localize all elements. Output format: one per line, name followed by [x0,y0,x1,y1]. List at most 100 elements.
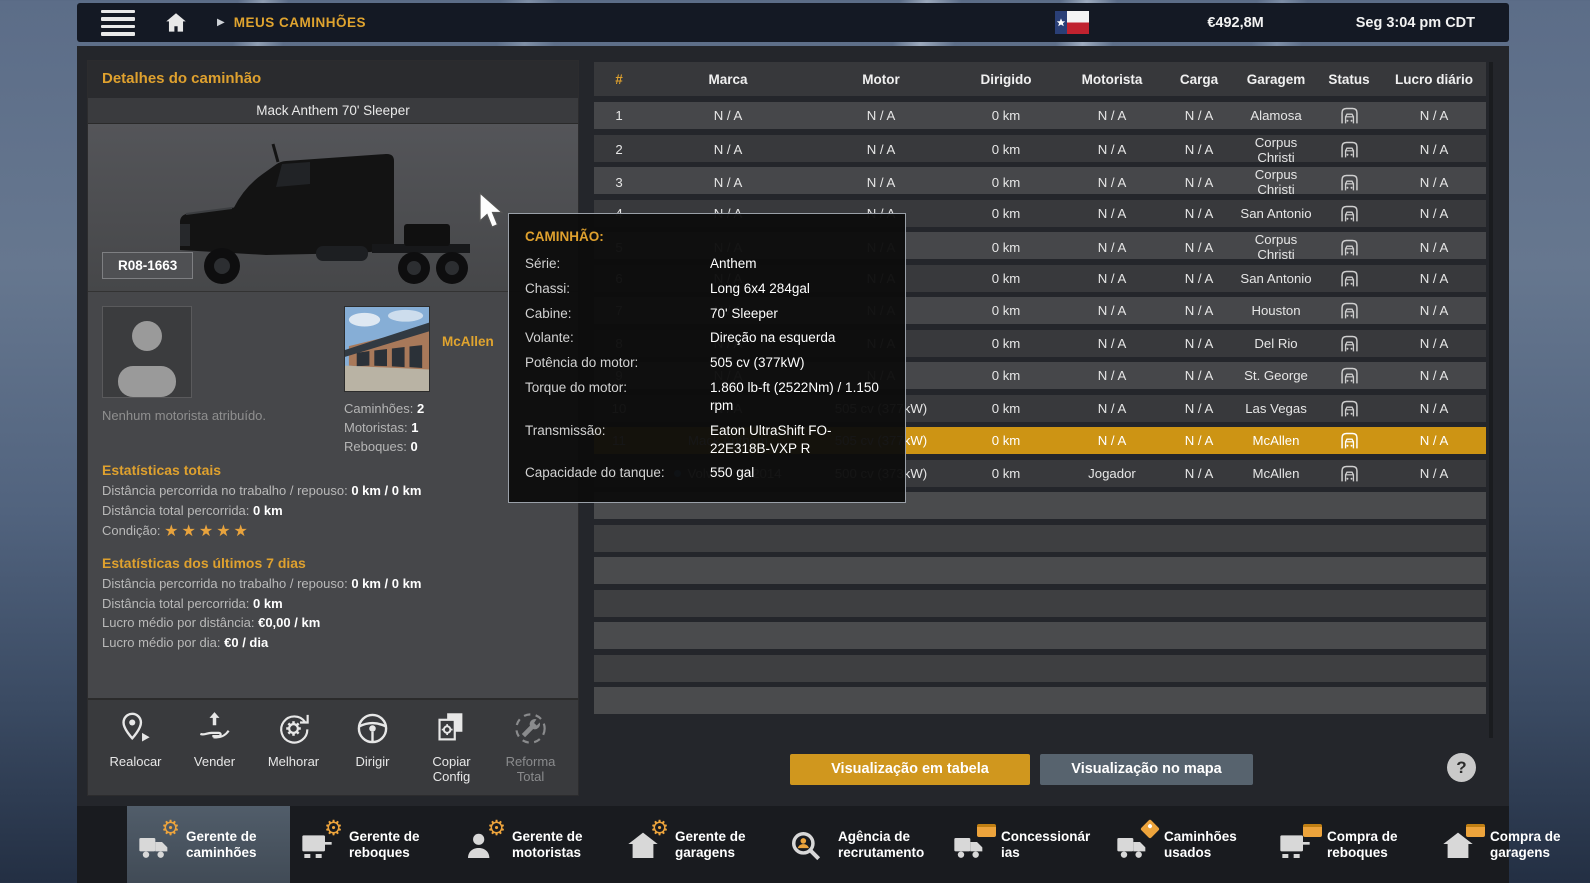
cell-cargo: N / A [1162,368,1236,383]
nav-used-trucks[interactable]: Caminhões usados [1105,806,1268,883]
panel-title: Detalhes do caminhão [88,61,578,98]
table-scrollbar[interactable] [1489,62,1493,738]
cell-driven: 0 km [950,303,1062,318]
tooltip-rows: Série:Anthem Chassi:Long 6x4 284gal Cabine… [525,255,889,482]
relocate-button[interactable]: Realocar [96,710,175,795]
cell-driven: 0 km [950,108,1062,123]
gear-overlay-icon: ⚙ [487,817,506,841]
used-trucks-icon [1116,826,1154,864]
overhaul-button: Reforma Total [491,710,570,795]
cell-garage: McAllen [1236,466,1316,481]
action-label: Reforma Total [491,755,570,785]
cell-driver: N / A [1062,206,1162,221]
cell-cargo: N / A [1162,303,1236,318]
garage-thumbnail[interactable] [344,306,430,392]
table-row[interactable]: 3N / AN / A0 kmN / AN / ACorpus ChristiN… [594,167,1486,194]
cell-cargo: N / A [1162,206,1236,221]
gear-overlay-icon: ⚙ [650,817,669,841]
gear-overlay-icon: ⚙ [161,817,180,841]
stat-line: Distância total percorrida: 0 km [102,594,564,614]
map-view-button[interactable]: Visualização no mapa [1040,754,1253,785]
cell-number: 3 [594,175,644,190]
cell-cargo: N / A [1162,271,1236,286]
help-button[interactable]: ? [1447,753,1476,782]
sell-hand-icon [196,710,233,752]
truck-in-garage-icon [1316,430,1382,451]
tooltip-label: Cabine: [525,305,710,323]
home-icon[interactable] [161,8,191,38]
drive-button[interactable]: Dirigir [333,710,412,795]
upgrade-gear-icon [275,710,312,752]
nav-dealers[interactable]: Concessionárias [942,806,1105,883]
menu-icon[interactable] [101,6,135,40]
cell-driven: 0 km [950,466,1062,481]
tooltip-row: Transmissão:Eaton UltraShift FO-22E318B-… [525,422,889,458]
cell-profit: N / A [1382,303,1486,318]
empty-row [594,590,1486,617]
cell-brand: N / A [644,142,812,157]
nav-truck-manager[interactable]: ⚙Gerente de caminhões [127,806,290,883]
truck-silhouette [160,128,512,288]
truck-tooltip: CAMINHÃO: Série:Anthem Chassi:Long 6x4 28… [508,213,906,503]
copy-config-button[interactable]: Copiar Config [412,710,491,795]
nav-recruitment-agency[interactable]: Agência de recrutamento [779,806,942,883]
empty-row [594,525,1486,552]
truck-actions-bar: RealocarVenderMelhorarDirigirCopiar Conf… [88,698,578,795]
truck-in-garage-icon [1316,105,1382,126]
nav-garage-purchase[interactable]: Compra de garagens [1431,806,1590,883]
garage-name: McAllen [442,334,494,392]
tooltip-title: CAMINHÃO: [525,229,889,244]
cell-driven: 0 km [950,206,1062,221]
upgrade-button[interactable]: Melhorar [254,710,333,795]
cell-driven: 0 km [950,433,1062,448]
nav-trailer-purchase[interactable]: Compra de reboques [1268,806,1431,883]
tooltip-label: Capacidade do tanque: [525,464,710,482]
nav-garage-manager[interactable]: ⚙Gerente de garagens [616,806,779,883]
cell-driven: 0 km [950,271,1062,286]
cell-profit: N / A [1382,206,1486,221]
stats-week-lines: Distância percorrida no trabalho / repou… [102,574,564,652]
nav-trailer-manager[interactable]: ⚙Gerente de reboques [290,806,453,883]
tooltip-row: Chassi:Long 6x4 284gal [525,280,889,298]
recruitment-agency-icon [790,826,828,864]
empty-row [594,557,1486,584]
tooltip-row: Cabine:70' Sleeper [525,305,889,323]
cell-driver: N / A [1062,303,1162,318]
stats-total-title: Estatísticas totais [102,462,564,478]
nav-label: Concessionárias [1001,829,1094,859]
cell-driven: 0 km [950,240,1062,255]
cell-cargo: N / A [1162,175,1236,190]
tooltip-value: Eaton UltraShift FO-22E318B-VXP R [710,422,889,458]
truck-in-garage-icon [1316,172,1382,193]
cell-driver: N / A [1062,175,1162,190]
cell-profit: N / A [1382,175,1486,190]
tooltip-row: Série:Anthem [525,255,889,273]
driver-avatar [102,306,192,398]
cell-engine: N / A [812,142,950,157]
gear-overlay-icon: ⚙ [324,817,343,841]
overhaul-wrench-icon [512,710,549,752]
cell-brand: N / A [644,108,812,123]
truck-in-garage-icon [1316,139,1382,160]
tooltip-row: Volante:Direção na esquerda [525,329,889,347]
card-overlay-icon [977,824,996,837]
driver-manager-icon: ⚙ [464,826,502,864]
condition-line: Condição: ★★★★★ [102,520,564,544]
table-view-button[interactable]: Visualização em tabela [790,754,1030,785]
cell-profit: N / A [1382,466,1486,481]
truck-name: Mack Anthem 70' Sleeper [88,98,578,124]
top-bar: ▶ MEUS CAMINHÕES €492,8M Seg 3:04 pm CDT [77,3,1509,42]
table-row[interactable]: 1N / AN / A0 kmN / AN / AAlamosaN / A [594,102,1486,129]
truck-image: R08-1663 [88,124,578,291]
truck-in-garage-icon [1316,463,1382,484]
cell-driver: N / A [1062,142,1162,157]
tooltip-value: 70' Sleeper [710,305,889,323]
cell-profit: N / A [1382,108,1486,123]
sell-button[interactable]: Vender [175,710,254,795]
table-row[interactable]: 2N / AN / A0 kmN / AN / ACorpus ChristiN… [594,135,1486,162]
nav-driver-manager[interactable]: ⚙Gerente de motoristas [453,806,616,883]
license-plate: R08-1663 [102,252,193,279]
tooltip-value: Direção na esquerda [710,329,889,347]
column-header: Garagem [1236,72,1316,87]
card-overlay-icon [1466,824,1485,837]
